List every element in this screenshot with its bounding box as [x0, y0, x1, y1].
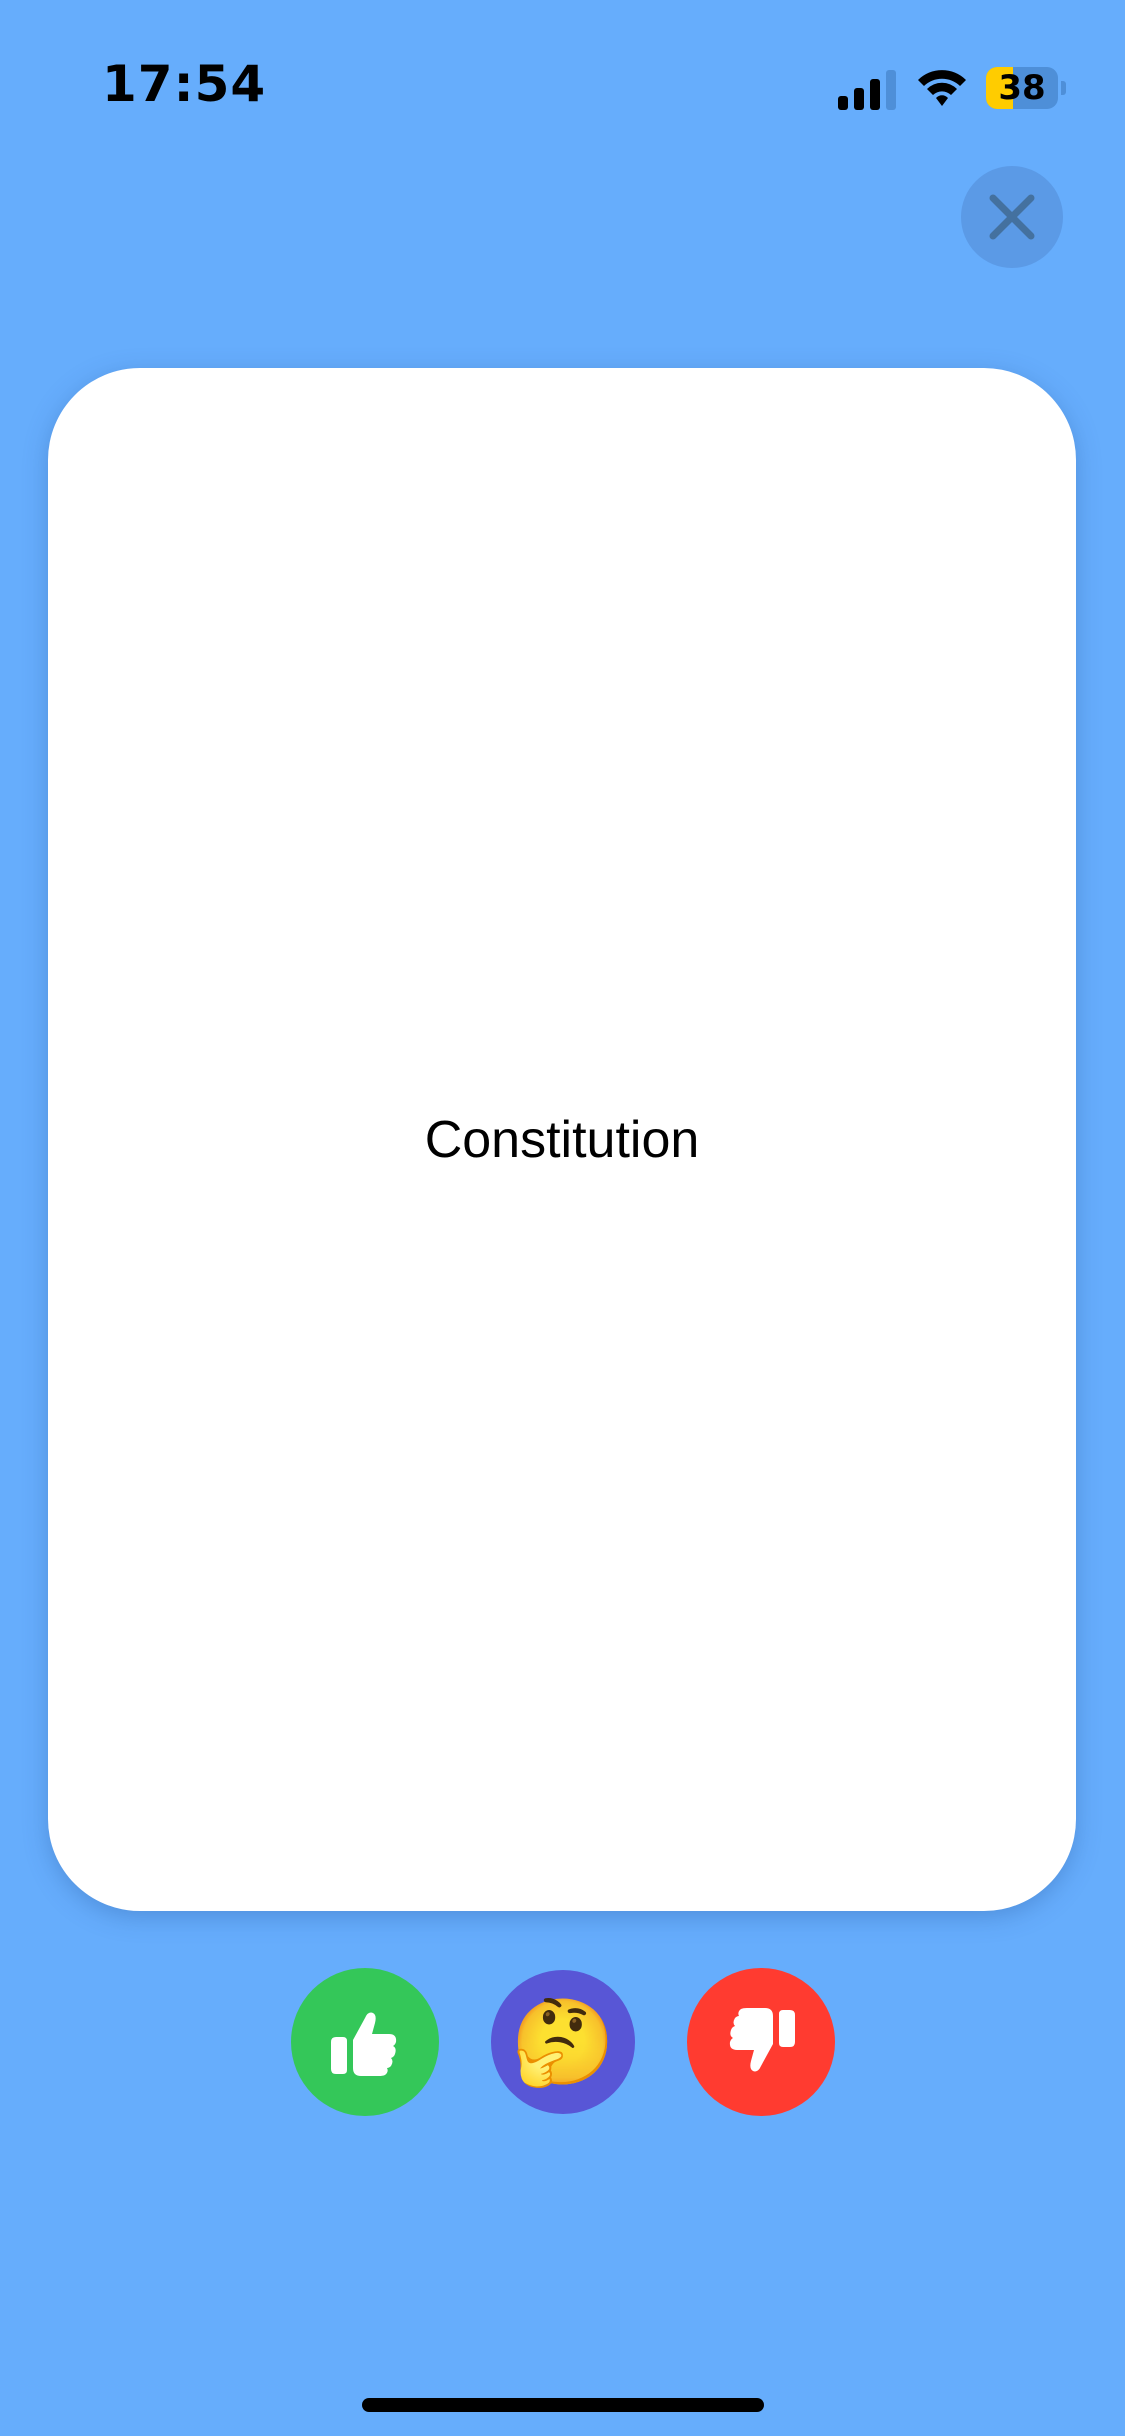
thumbs-up-icon: [331, 2012, 397, 2076]
status-bar: 17:54 38: [0, 0, 1125, 150]
unsure-button[interactable]: 🤔: [491, 1970, 635, 2114]
battery-tip: [1061, 81, 1066, 95]
flashcard-word: Constitution: [424, 1110, 700, 1169]
wifi-icon: [918, 70, 966, 106]
flashcard[interactable]: Constitution: [48, 368, 1076, 1911]
battery-body: 38: [986, 67, 1058, 109]
close-button[interactable]: [961, 166, 1063, 268]
thumbs-down-icon: [729, 2008, 795, 2072]
dislike-button[interactable]: [687, 1968, 835, 2116]
home-indicator[interactable]: [362, 2398, 764, 2412]
cellular-signal-icon: [838, 70, 896, 110]
battery-icon: 38: [986, 67, 1066, 109]
close-icon: [989, 194, 1035, 240]
like-button[interactable]: [291, 1968, 439, 2116]
battery-level: 38: [998, 68, 1046, 108]
status-time: 17:54: [102, 55, 267, 113]
thinking-face-icon: 🤔: [510, 1993, 616, 2091]
